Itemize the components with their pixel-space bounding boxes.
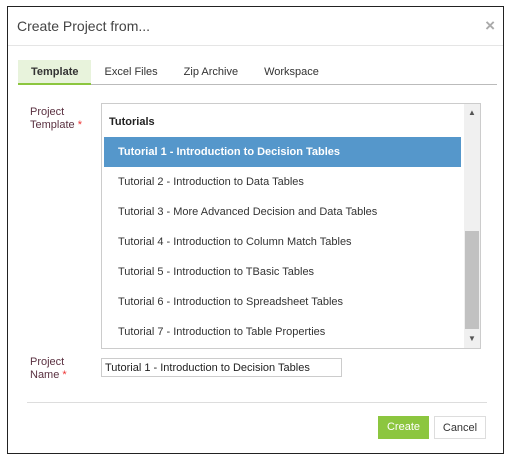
tab-template[interactable]: Template — [18, 60, 92, 85]
required-marker: * — [62, 369, 67, 381]
tab-zip-archive[interactable]: Zip Archive — [171, 60, 251, 84]
divider — [27, 402, 487, 403]
scrollbar-thumb[interactable] — [465, 231, 479, 329]
tab-bar: Template Excel Files Zip Archive Workspa… — [18, 60, 497, 85]
list-item[interactable]: Tutorial 6 - Introduction to Spreadsheet… — [104, 287, 461, 317]
list-item[interactable]: Tutorial 5 - Introduction to TBasic Tabl… — [104, 257, 461, 287]
create-project-dialog: Create Project from... × Template Excel … — [7, 6, 504, 454]
list-item[interactable]: Tutorial 1 - Introduction to Decision Ta… — [104, 137, 461, 167]
scrollbar[interactable]: ▲ ▼ — [464, 104, 480, 348]
list-item[interactable]: Tutorial 2 - Introduction to Data Tables — [104, 167, 461, 197]
dialog-title: Create Project from... — [17, 18, 151, 34]
cancel-button[interactable]: Cancel — [434, 416, 486, 439]
list-item[interactable]: Tutorial 3 - More Advanced Decision and … — [104, 197, 461, 227]
create-button[interactable]: Create — [378, 416, 429, 439]
dialog-header: Create Project from... × — [8, 7, 503, 46]
project-name-label: Project Name * — [30, 356, 67, 381]
tab-workspace[interactable]: Workspace — [251, 60, 332, 84]
list-item[interactable]: Tutorial 7 - Introduction to Table Prope… — [104, 317, 461, 347]
group-header: Tutorials — [109, 116, 155, 128]
project-name-input[interactable] — [101, 358, 342, 377]
required-marker: * — [77, 119, 82, 131]
list-item[interactable]: Tutorial 4 - Introduction to Column Matc… — [104, 227, 461, 257]
project-template-label: Project Template * — [30, 106, 82, 131]
close-icon[interactable]: × — [485, 16, 495, 36]
tab-excel-files[interactable]: Excel Files — [91, 60, 170, 84]
scroll-down-icon[interactable]: ▼ — [468, 334, 476, 343]
scroll-up-icon[interactable]: ▲ — [468, 108, 476, 117]
template-list[interactable]: Tutorials Tutorial 1 - Introduction to D… — [101, 103, 481, 349]
